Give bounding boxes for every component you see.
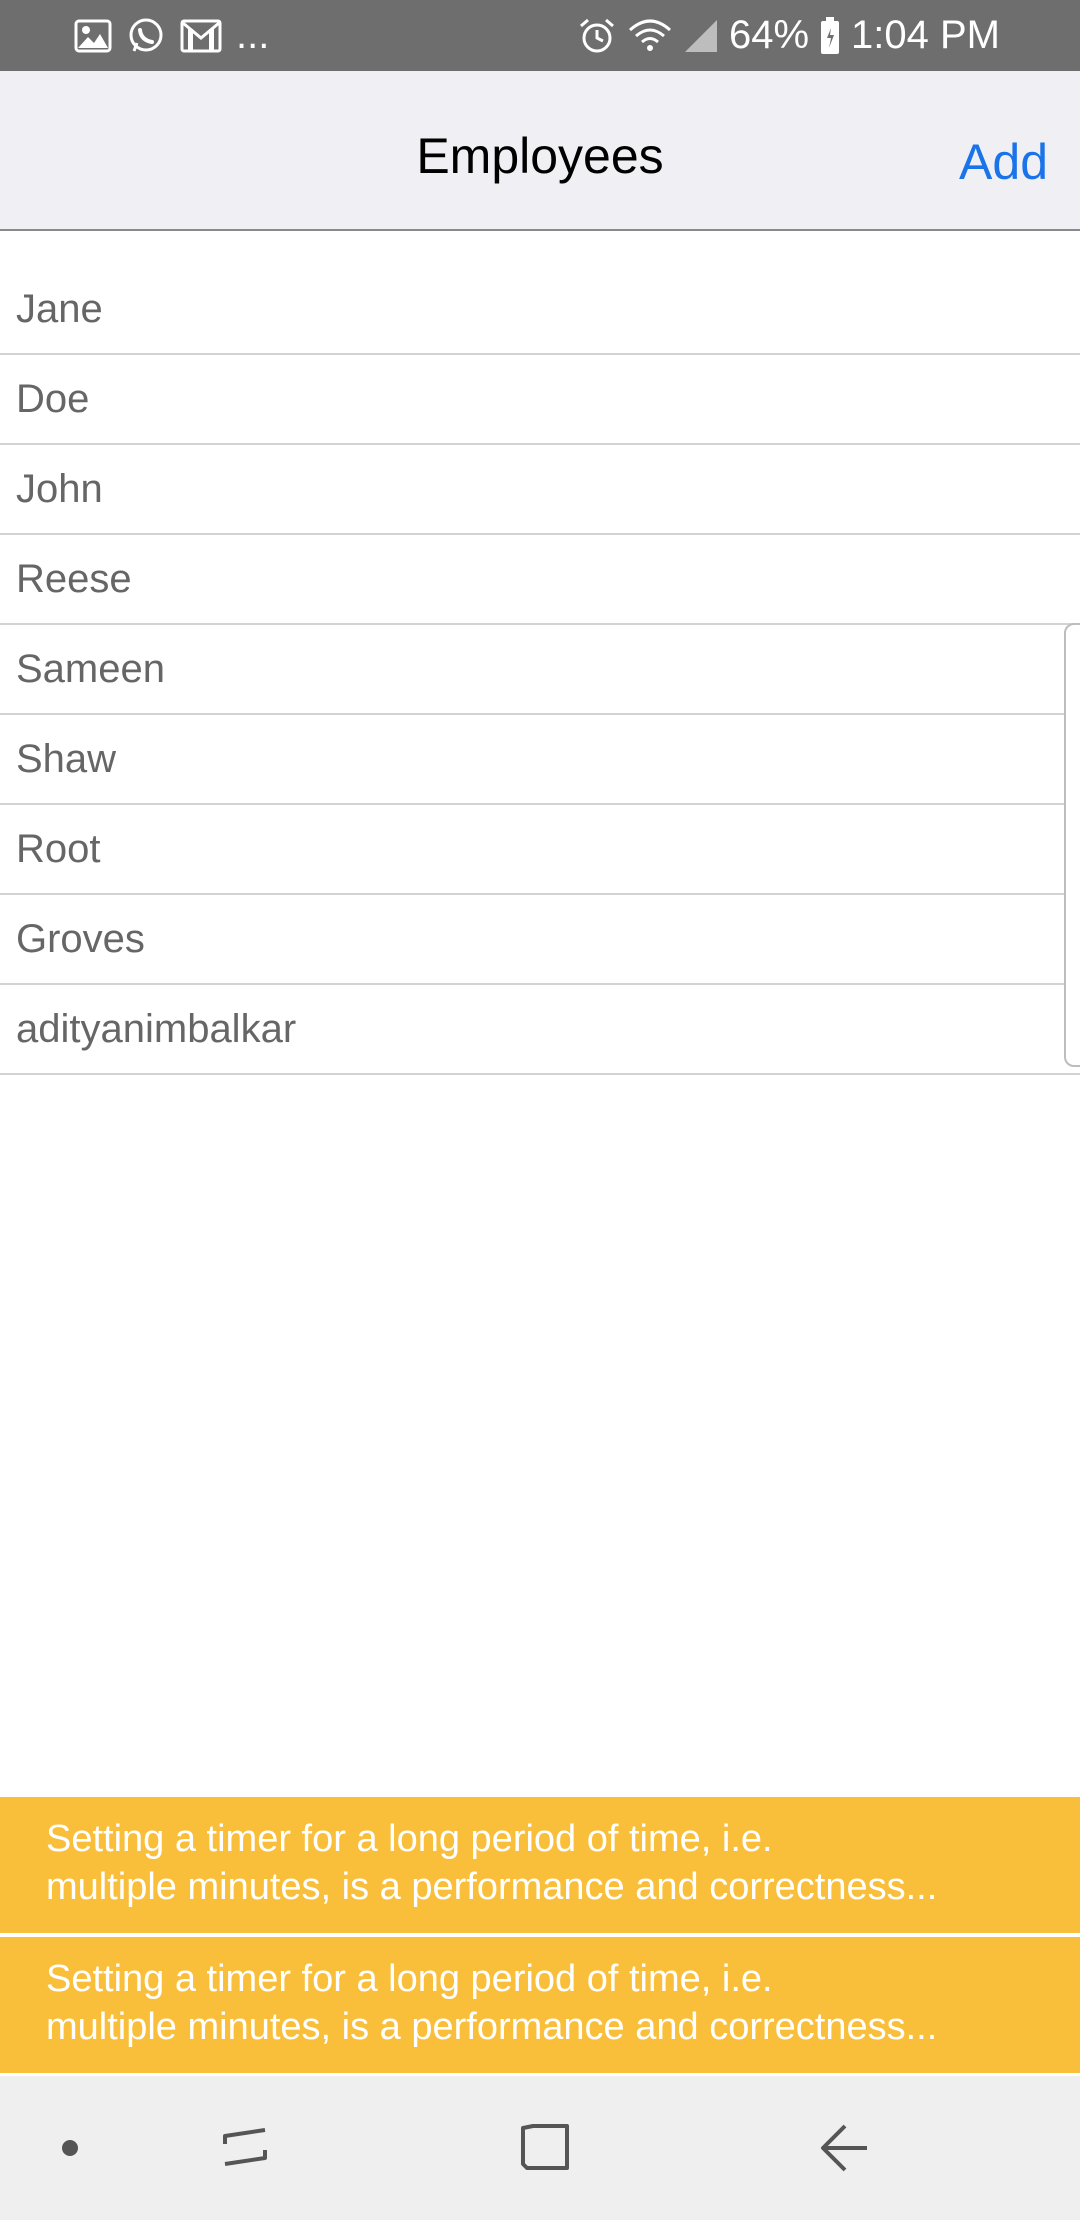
wifi-icon: [627, 16, 673, 56]
list-item[interactable]: Sameen: [0, 625, 1080, 715]
list-item[interactable]: Shaw: [0, 715, 1080, 805]
warning-line: Setting a timer for a long period of tim…: [46, 1958, 773, 2000]
list-item[interactable]: Groves: [0, 895, 1080, 985]
signal-icon: [683, 18, 719, 54]
navigation-header: Employees Add: [0, 71, 1080, 231]
warning-toast[interactable]: Setting a timer for a long period of tim…: [0, 1797, 1080, 1933]
image-icon: [74, 19, 112, 53]
system-nav-bar: [0, 2076, 1080, 2220]
page-title: Employees: [416, 128, 664, 184]
status-bar: ... 64% 1:04 PM: [0, 0, 1080, 71]
home-icon[interactable]: [490, 2076, 600, 2220]
status-time: 1:04 PM: [851, 13, 1000, 57]
list-item[interactable]: Reese: [0, 535, 1080, 625]
scrollbar[interactable]: [1064, 623, 1080, 1067]
warning-line: Setting a timer for a long period of tim…: [46, 1818, 773, 1860]
back-icon[interactable]: [790, 2076, 900, 2220]
status-left: ...: [74, 0, 269, 71]
list-item[interactable]: Root: [0, 805, 1080, 895]
list-item[interactable]: adityanimbalkar: [0, 985, 1080, 1075]
employee-list: Jane Doe John Reese Sameen Shaw Root Gro…: [0, 265, 1080, 1075]
warning-line: multiple minutes, is a performance and c…: [46, 1866, 938, 1908]
add-button[interactable]: Add: [959, 71, 1048, 231]
dot-icon[interactable]: [30, 2076, 110, 2220]
whatsapp-icon: [126, 16, 166, 56]
list-item[interactable]: Jane: [0, 265, 1080, 355]
battery-percent: 64%: [728, 13, 810, 57]
alarm-icon: [577, 16, 617, 56]
warning-line: multiple minutes, is a performance and c…: [46, 2006, 938, 2048]
list-item[interactable]: Doe: [0, 355, 1080, 445]
recent-apps-icon[interactable]: [190, 2076, 300, 2220]
gmail-icon: [180, 19, 222, 53]
warning-toast[interactable]: Setting a timer for a long period of tim…: [0, 1937, 1080, 2073]
status-ellipsis: ...: [236, 13, 270, 57]
status-right: 64% 1:04 PM: [577, 0, 1000, 71]
list-item[interactable]: John: [0, 445, 1080, 535]
battery-icon: [819, 16, 841, 56]
